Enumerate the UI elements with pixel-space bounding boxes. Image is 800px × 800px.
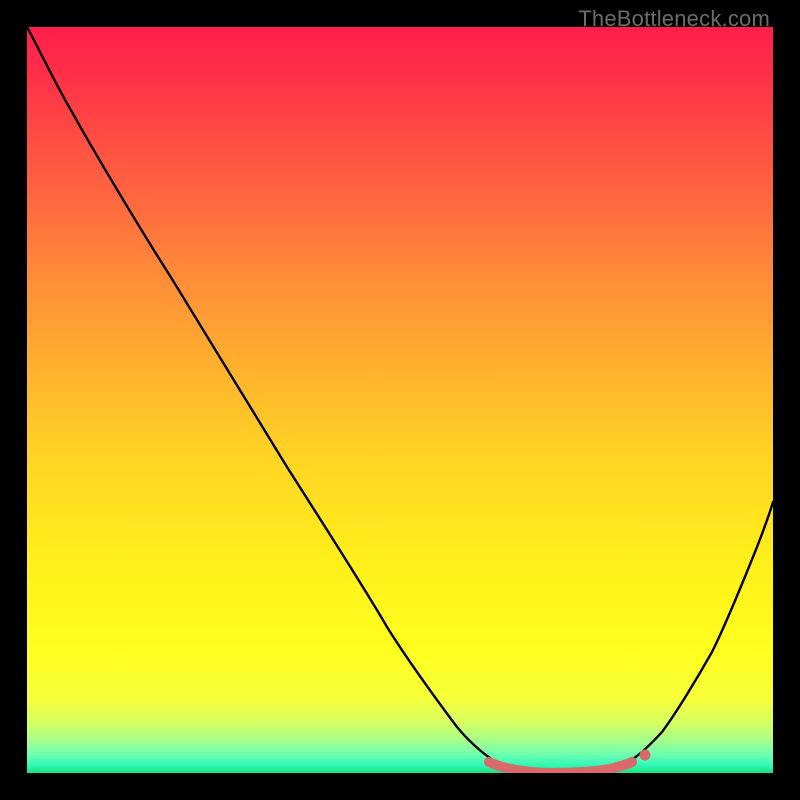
curve-layer	[27, 27, 773, 773]
chart-frame: TheBottleneck.com	[0, 0, 800, 800]
plot-area	[27, 27, 773, 773]
bottleneck-curve	[27, 27, 773, 773]
watermark-text: TheBottleneck.com	[578, 6, 770, 32]
highlight-segment	[489, 762, 632, 773]
highlight-dot-icon	[640, 750, 651, 761]
